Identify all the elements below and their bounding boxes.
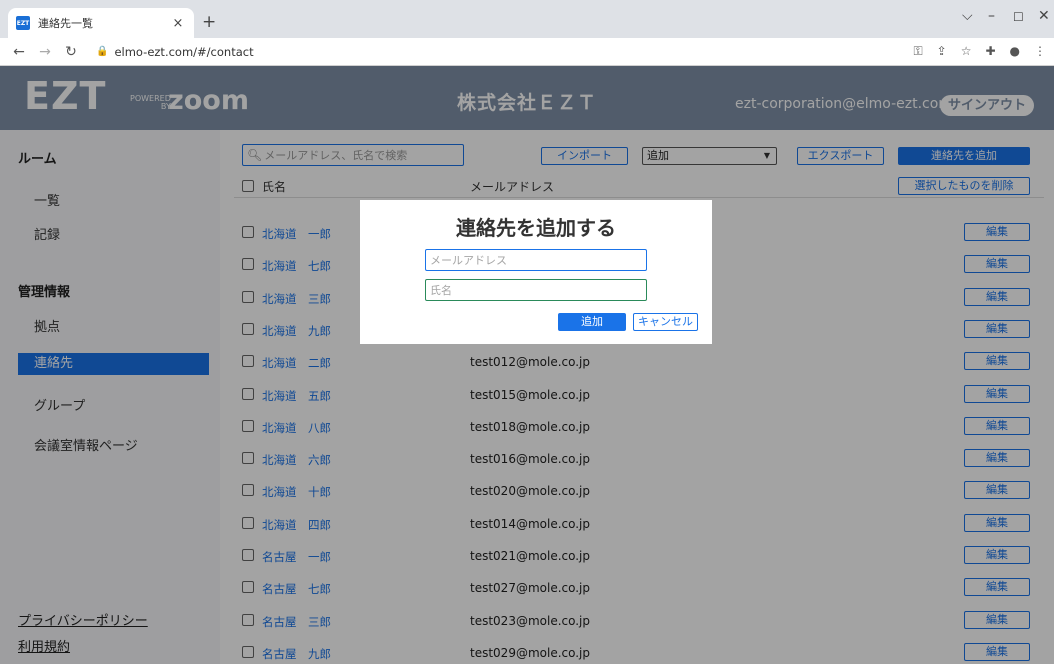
address-bar: ← → ↻ 🔒 elmo-ezt.com/#/contact ⚿ ⇪ ☆ ✚ ●… xyxy=(0,38,1054,66)
address-bar-actions: ⚿ ⇪ ☆ ✚ ● ⋮ xyxy=(913,44,1046,59)
browser-tab[interactable]: EZT 連絡先一覧 × xyxy=(8,8,194,38)
url-text[interactable]: elmo-ezt.com/#/contact xyxy=(114,45,253,59)
minimize-icon[interactable]: – xyxy=(988,8,995,24)
name-field[interactable] xyxy=(425,279,647,301)
more-menu-icon[interactable]: ⋮ xyxy=(1034,44,1046,59)
ezt-favicon-icon: EZT xyxy=(16,16,30,30)
reload-icon[interactable]: ↻ xyxy=(64,44,78,60)
modal-overlay[interactable] xyxy=(0,66,1054,664)
lock-icon[interactable]: 🔒 xyxy=(96,46,108,57)
dialog-add-button[interactable]: 追加 xyxy=(558,313,626,331)
email-field[interactable] xyxy=(425,249,647,271)
back-icon[interactable]: ← xyxy=(12,44,26,60)
tab-search-chevron-icon[interactable]: ⌵ xyxy=(962,8,973,24)
profile-icon[interactable]: ● xyxy=(1010,44,1020,59)
dialog-title: 連絡先を追加する xyxy=(456,216,616,240)
extensions-icon[interactable]: ✚ xyxy=(985,44,995,59)
tab-title: 連絡先一覧 xyxy=(38,17,93,30)
window-close-icon[interactable]: ✕ xyxy=(1038,8,1050,24)
add-contact-dialog: 連絡先を追加する 追加 キャンセル xyxy=(360,200,712,344)
forward-icon[interactable]: → xyxy=(38,44,52,60)
new-tab-icon[interactable]: + xyxy=(202,12,216,32)
maximize-icon[interactable]: ☐ xyxy=(1013,10,1024,24)
close-tab-icon[interactable]: × xyxy=(170,16,186,31)
key-icon[interactable]: ⚿ xyxy=(913,44,922,59)
share-icon[interactable]: ⇪ xyxy=(937,44,947,59)
browser-tab-bar: EZT 連絡先一覧 × + ⌵ – ☐ ✕ xyxy=(0,0,1054,38)
bookmark-star-icon[interactable]: ☆ xyxy=(961,44,972,59)
dialog-cancel-button[interactable]: キャンセル xyxy=(633,313,698,331)
